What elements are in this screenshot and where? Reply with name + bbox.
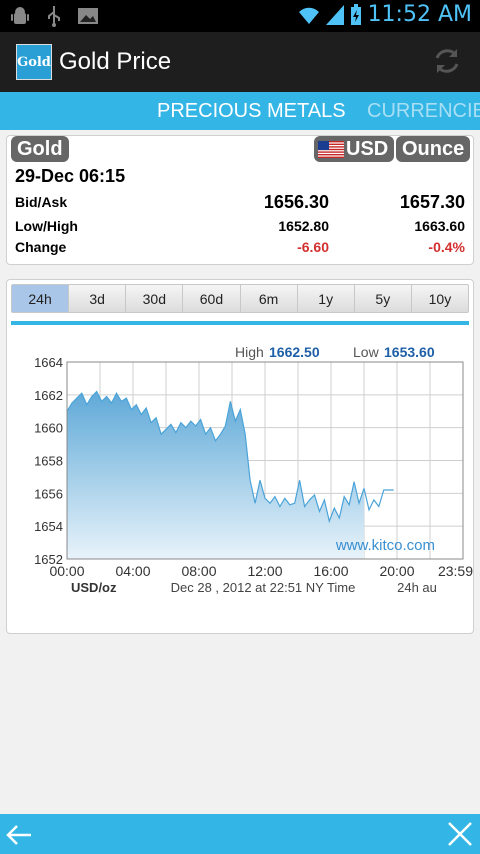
- low-value: 1653.60: [384, 344, 435, 360]
- chart-timestamp: Dec 28 , 2012 at 22:51 NY Time: [171, 580, 356, 595]
- x-tick-label: 00:00: [49, 563, 84, 579]
- status-indicators: 11:52 AM: [298, 2, 472, 27]
- range-button-3d[interactable]: 3d: [69, 285, 127, 312]
- high-label: High: [235, 344, 264, 360]
- quote-datetime: 29-Dec 06:15: [15, 166, 126, 186]
- bid-value: 1656.30: [263, 192, 329, 212]
- change-label: Change: [15, 239, 67, 255]
- range-button-5y[interactable]: 5y: [355, 285, 412, 312]
- y-tick-label: 1660: [34, 421, 63, 436]
- close-icon[interactable]: [446, 820, 474, 848]
- metal-selector[interactable]: Gold: [11, 136, 69, 162]
- unit-selector[interactable]: Ounce: [396, 136, 471, 162]
- app-title: Gold Price: [59, 48, 172, 75]
- tab-precious-metals[interactable]: PRECIOUS METALS: [157, 100, 346, 123]
- clock: 11:52 AM: [367, 2, 472, 27]
- change-value: -6.60: [297, 239, 329, 255]
- high-value: 1663.60: [414, 218, 465, 234]
- range-button-6m[interactable]: 6m: [241, 285, 298, 312]
- bottom-bar: [0, 814, 480, 854]
- back-arrow-icon[interactable]: [4, 820, 34, 850]
- action-bar: Gold Gold Price: [0, 32, 480, 92]
- ask-value: 1657.30: [399, 192, 465, 212]
- low-value: 1652.80: [278, 218, 329, 234]
- x-tick-label: 16:00: [313, 563, 348, 579]
- y-tick-label: 1658: [34, 454, 63, 469]
- y-tick-label: 1656: [34, 486, 63, 501]
- y-tick-label: 1664: [34, 355, 63, 370]
- category-tabs: PRECIOUS METALS CURRENCIES: [0, 92, 480, 130]
- image-icon: [78, 8, 98, 24]
- range-button-30d[interactable]: 30d: [126, 285, 184, 312]
- currency-label: USD: [346, 137, 389, 160]
- wifi-icon: [298, 7, 319, 24]
- status-bar: 11:52 AM: [0, 0, 480, 32]
- battery-icon: [350, 3, 361, 25]
- bid-ask-label: Bid/Ask: [15, 194, 68, 210]
- x-tick-label: 23:59: [438, 563, 473, 579]
- x-tick-label: 20:00: [379, 563, 414, 579]
- unit-label: USD/oz: [71, 580, 117, 595]
- low-label: Low: [353, 344, 380, 360]
- currency-selector[interactable]: USD: [314, 136, 395, 162]
- tab-currencies[interactable]: CURRENCIES: [367, 100, 480, 123]
- refresh-icon[interactable]: [432, 46, 462, 76]
- range-button-10y[interactable]: 10y: [412, 285, 468, 312]
- range-button-24h[interactable]: 24h: [12, 285, 70, 312]
- price-chart: 166416621660165816561654165200:00 04:00 08…: [34, 344, 473, 595]
- high-value: 1662.50: [269, 344, 320, 360]
- kitco-watermark: www.kitco.com: [335, 537, 435, 554]
- app-icon: Gold: [16, 44, 52, 80]
- signal-icon: [325, 4, 344, 25]
- x-tick-label: 08:00: [181, 563, 216, 579]
- change-percent: -0.4%: [428, 239, 465, 255]
- period-label: 24h au: [397, 580, 437, 595]
- range-button-60d[interactable]: 60d: [183, 285, 241, 312]
- app-root: 11:52 AM Gold Gold Price PRECIOUS METALS…: [0, 0, 480, 854]
- range-indicator: [11, 321, 469, 325]
- y-tick-label: 1654: [34, 519, 63, 534]
- range-button-1y[interactable]: 1y: [298, 285, 355, 312]
- quote-card: Gold USD Ounce 29-Dec 06:15 Bid/Ask 1656…: [6, 135, 474, 265]
- chart-card: 24h 3d 30d 60d 6m 1y 5y 10y 1664 1662 1660 1658 165…: [6, 279, 474, 634]
- x-tick-label: 12:00: [247, 563, 282, 579]
- android-icon: [11, 7, 29, 24]
- us-flag-icon: [318, 140, 344, 158]
- low-high-label: Low/High: [15, 218, 78, 234]
- usb-icon: [48, 6, 60, 27]
- range-selector: 24h 3d 30d 60d 6m 1y 5y 10y: [11, 284, 469, 313]
- notification-icons: [8, 4, 100, 28]
- x-tick-label: 04:00: [115, 563, 150, 579]
- y-tick-label: 1662: [34, 388, 63, 403]
